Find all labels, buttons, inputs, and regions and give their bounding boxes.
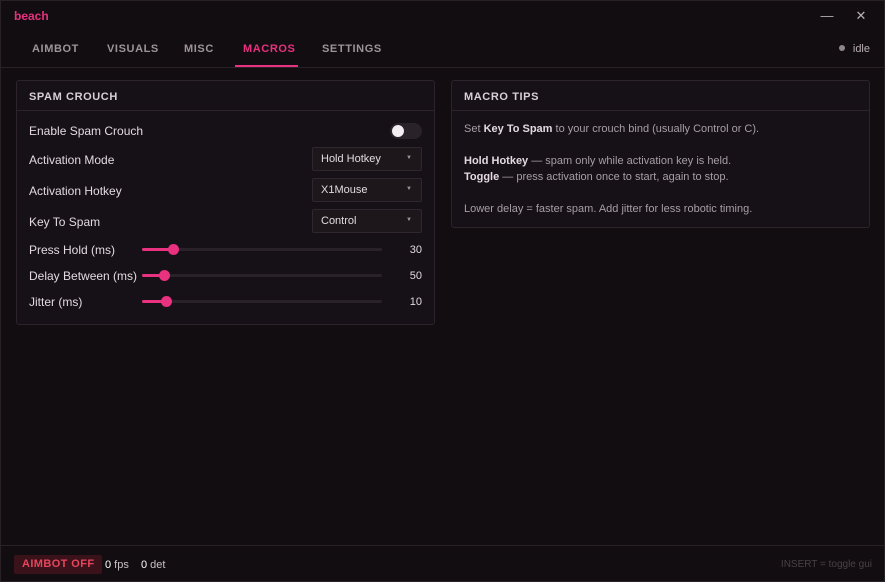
det-counter: 0 det — [141, 559, 165, 571]
tip-bold-text: Key To Spam — [483, 123, 553, 135]
activation-hotkey-select[interactable]: X1Mouse ▼ — [312, 178, 422, 202]
chevron-down-icon: ▼ — [406, 155, 412, 161]
macro-tips-body: Set Key To Spam to your crouch bind (usu… — [452, 111, 869, 227]
activation-hotkey-value: X1Mouse — [321, 184, 368, 196]
key-to-spam-select[interactable]: Control ▼ — [312, 209, 422, 233]
toggle-knob — [392, 125, 404, 137]
minimize-icon[interactable]: — — [818, 7, 836, 25]
spam-crouch-panel: SPAM CROUCH Enable Spam Crouch Activatio… — [16, 80, 435, 325]
chevron-down-icon: ▼ — [406, 217, 412, 223]
enable-spam-crouch-toggle[interactable] — [390, 123, 422, 139]
tip-bold-text: Toggle — [464, 171, 500, 183]
jitter-value: 10 — [409, 296, 422, 308]
activation-mode-select[interactable]: Hold Hotkey ▼ — [312, 147, 422, 171]
tab-misc[interactable]: MISC — [184, 43, 214, 55]
key-to-spam-value: Control — [321, 215, 357, 227]
toggle-gui-hint: INSERT = toggle gui — [780, 559, 872, 570]
delay-between-value: 50 — [409, 270, 422, 282]
press-hold-slider[interactable] — [142, 244, 382, 255]
active-tab-indicator — [235, 65, 298, 67]
close-icon[interactable]: ✕ — [852, 7, 870, 25]
title-bar[interactable]: beach — ✕ — [1, 1, 884, 31]
status-dot-icon — [838, 45, 845, 52]
tab-visuals[interactable]: VISUALS — [107, 43, 159, 55]
activation-hotkey-label: Activation Hotkey — [29, 184, 122, 198]
slider-thumb[interactable] — [161, 296, 172, 307]
spam-crouch-title: SPAM CROUCH — [17, 81, 434, 111]
app-title: beach — [14, 9, 49, 23]
status-indicator: idle — [838, 43, 870, 55]
tip-text: to your crouch bind (usually Control or … — [552, 123, 760, 135]
tip-text: Set — [464, 123, 484, 135]
jitter-label: Jitter (ms) — [29, 295, 83, 309]
fps-unit: fps — [111, 559, 129, 571]
tip-line: Set Key To Spam to your crouch bind (usu… — [464, 121, 857, 137]
tip-line: Hold Hotkey — spam only while activation… — [464, 153, 857, 169]
det-unit: det — [147, 559, 166, 571]
tab-aimbot[interactable]: AIMBOT — [32, 43, 79, 55]
delay-between-slider[interactable] — [142, 270, 382, 281]
jitter-slider[interactable] — [142, 296, 382, 307]
app-window: beach — ✕ AIMBOT VISUALS MISC MACROS SET… — [0, 0, 885, 582]
tip-line: Toggle — press activation once to start,… — [464, 169, 857, 185]
tip-text: — press activation once to start, again … — [499, 171, 729, 183]
aimbot-status-badge[interactable]: AIMBOT OFF — [14, 555, 103, 574]
tab-macros[interactable]: MACROS — [243, 43, 296, 55]
status-label: idle — [852, 43, 870, 55]
slider-thumb[interactable] — [168, 244, 180, 255]
activation-mode-label: Activation Mode — [29, 153, 115, 167]
tab-settings[interactable]: SETTINGS — [322, 43, 382, 55]
status-footer: AIMBOT OFF 0 fps 0 det INSERT = toggle g… — [1, 545, 884, 582]
activation-mode-value: Hold Hotkey — [321, 153, 381, 165]
press-hold-value: 30 — [409, 244, 422, 256]
key-to-spam-label: Key To Spam — [29, 215, 101, 229]
tab-bar: AIMBOT VISUALS MISC MACROS SETTINGS idle — [1, 31, 884, 68]
tip-line: Lower delay = faster spam. Add jitter fo… — [464, 203, 753, 215]
fps-counter: 0 fps — [105, 559, 129, 571]
macro-tips-panel: MACRO TIPS Set Key To Spam to your crouc… — [451, 80, 870, 228]
tip-bold-text: Hold Hotkey — [464, 155, 529, 167]
chevron-down-icon: ▼ — [406, 186, 412, 192]
enable-spam-crouch-label: Enable Spam Crouch — [29, 124, 144, 138]
press-hold-label: Press Hold (ms) — [29, 243, 116, 257]
tip-text: — spam only while activation key is held… — [528, 155, 732, 167]
delay-between-label: Delay Between (ms) — [29, 269, 138, 283]
slider-thumb[interactable] — [158, 270, 170, 281]
macro-tips-title: MACRO TIPS — [452, 81, 869, 111]
